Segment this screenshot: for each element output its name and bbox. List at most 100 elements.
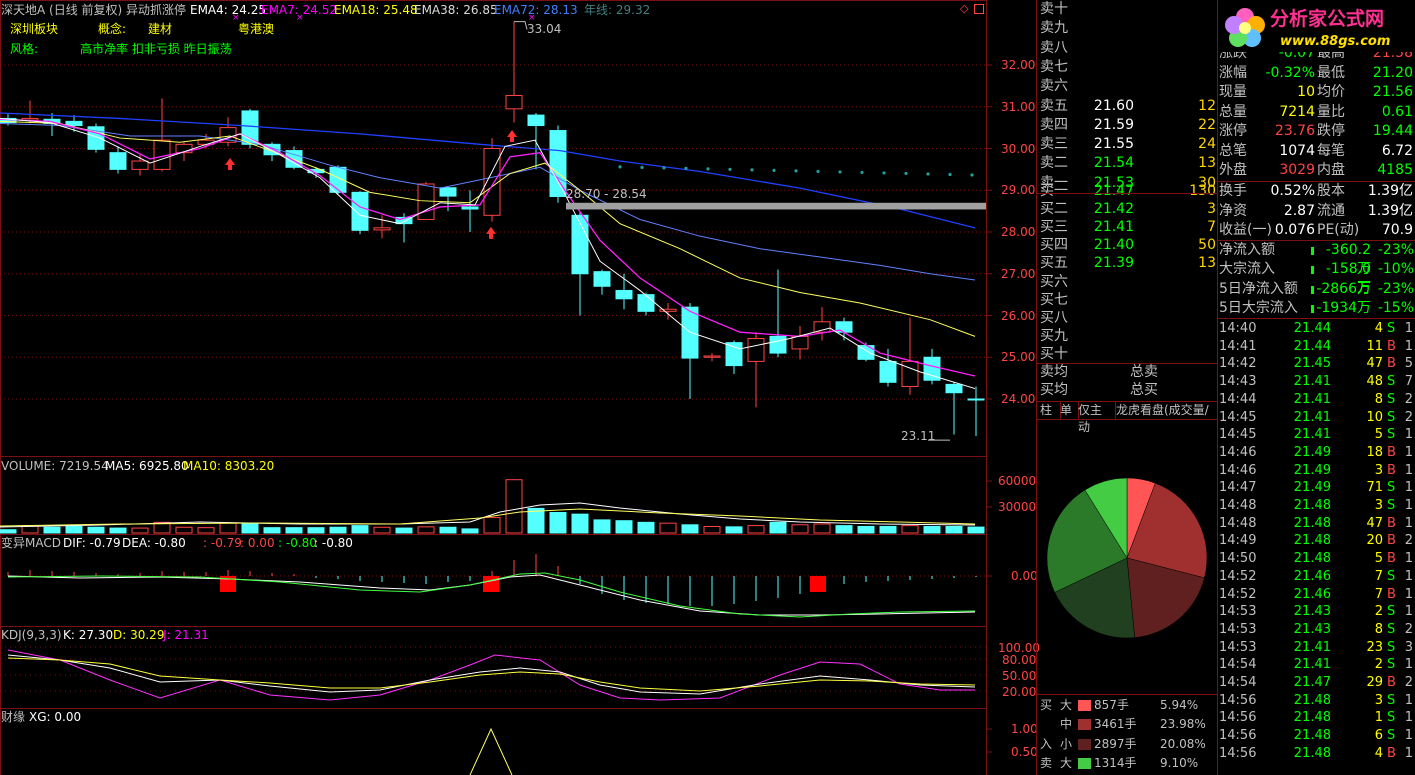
buy-level-label: 买八 bbox=[1040, 309, 1068, 326]
sell-row-3[interactable]: 卖八 bbox=[1040, 39, 1216, 58]
trade-row[interactable]: 14:56 21.48 4 B 1 bbox=[1219, 745, 1415, 763]
candle-down bbox=[439, 187, 457, 197]
trade-row[interactable]: 14:53 21.41 23 S 3 bbox=[1219, 639, 1415, 657]
tab-active-only[interactable]: 仅主动 bbox=[1076, 402, 1116, 434]
buy-row-10[interactable]: 买十 bbox=[1040, 345, 1216, 364]
buy-row-3[interactable]: 买三 21.41 7 bbox=[1040, 218, 1216, 237]
dist-size: 中 bbox=[1060, 717, 1073, 732]
year-line-dot bbox=[684, 166, 688, 170]
sell-row-6[interactable]: 卖五 21.60 12 bbox=[1040, 97, 1216, 116]
candle-up bbox=[813, 321, 831, 333]
volume-bar bbox=[769, 521, 787, 534]
trade-row[interactable]: 14:45 21.41 5 S 1 bbox=[1219, 426, 1415, 444]
stat-value-1: 0.076 bbox=[1274, 222, 1315, 238]
trade-row[interactable]: 14:54 21.47 29 B 2 bbox=[1219, 674, 1415, 692]
trade-row[interactable]: 14:50 21.48 5 B 1 bbox=[1219, 550, 1415, 568]
buy-price: 21.41 bbox=[1093, 219, 1134, 236]
trade-row[interactable]: 14:46 21.49 3 B 1 bbox=[1219, 462, 1415, 480]
sell-volume: 13 bbox=[1198, 155, 1216, 172]
trade-volume: 2 bbox=[1374, 604, 1383, 620]
trade-time: 14:45 bbox=[1219, 409, 1257, 425]
cai-tick-1: 1.00 bbox=[1011, 722, 1038, 736]
stat-label-2: 内盘 bbox=[1317, 162, 1345, 178]
trade-row[interactable]: 14:48 21.48 47 B 1 bbox=[1219, 515, 1415, 533]
buy-row-8[interactable]: 买八 bbox=[1040, 309, 1216, 328]
trade-row[interactable]: 14:49 21.48 20 B 2 bbox=[1219, 532, 1415, 550]
trade-row[interactable]: 14:53 21.43 2 S 1 bbox=[1219, 603, 1415, 621]
trade-row[interactable]: 14:52 21.46 7 B 1 bbox=[1219, 586, 1415, 604]
buy-row-7[interactable]: 买七 bbox=[1040, 291, 1216, 310]
cai-header: 财缘 bbox=[1, 710, 26, 724]
chart-area[interactable]: × × × bbox=[0, 0, 1036, 775]
sell-row-8[interactable]: 卖三 21.55 24 bbox=[1040, 135, 1216, 154]
volume-bar bbox=[747, 525, 765, 534]
trade-side: S bbox=[1387, 480, 1396, 496]
sell-level-label: 卖十 bbox=[1040, 1, 1068, 17]
trade-row[interactable]: 14:53 21.43 8 S 2 bbox=[1219, 621, 1415, 639]
volume-bar bbox=[175, 526, 193, 534]
stat-label-1: 换手 bbox=[1219, 183, 1247, 199]
high-price-label: 33.04 bbox=[527, 22, 562, 36]
buy-row-9[interactable]: 买九 bbox=[1040, 327, 1216, 346]
kdj-tick-80: 80.00 bbox=[1002, 653, 1037, 667]
trade-time: 14:43 bbox=[1219, 374, 1257, 390]
year-line-dot bbox=[948, 172, 952, 177]
trade-time: 14:41 bbox=[1219, 338, 1257, 354]
trade-row[interactable]: 14:45 21.41 10 S 2 bbox=[1219, 409, 1415, 427]
stat-value-1: 3029 bbox=[1279, 162, 1315, 178]
trade-row[interactable]: 14:43 21.41 48 S 7 bbox=[1219, 373, 1415, 391]
sell-price: 21.55 bbox=[1093, 136, 1134, 153]
buy-level-label: 买一 bbox=[1040, 183, 1068, 199]
trade-row[interactable]: 14:56 21.48 1 S 1 bbox=[1219, 709, 1415, 727]
trade-row[interactable]: 14:40 21.44 4 S 1 bbox=[1219, 320, 1415, 338]
volume-tick-30000: 30000 bbox=[998, 500, 1037, 514]
trade-time: 14:48 bbox=[1219, 498, 1257, 513]
buy-price: 21.39 bbox=[1093, 255, 1134, 272]
sell-level-label: 卖四 bbox=[1040, 116, 1068, 133]
buy-row-6[interactable]: 买六 bbox=[1040, 273, 1216, 292]
window-square-icon[interactable] bbox=[974, 4, 984, 14]
trade-price: 21.41 bbox=[1293, 409, 1331, 425]
trade-row[interactable]: 14:52 21.46 7 S 1 bbox=[1219, 568, 1415, 586]
sell-level-label: 卖三 bbox=[1040, 136, 1068, 153]
sell-level-label: 卖七 bbox=[1040, 58, 1068, 75]
macd-dif-line bbox=[7, 574, 976, 616]
trade-row[interactable]: 14:46 21.49 18 B 1 bbox=[1219, 444, 1415, 462]
sell-row-9[interactable]: 卖二 21.54 13 bbox=[1040, 154, 1216, 173]
volume-bar bbox=[923, 525, 941, 534]
trade-row[interactable]: 14:48 21.48 3 S 1 bbox=[1219, 497, 1415, 515]
year-line-dot bbox=[816, 169, 820, 174]
total-sell-label: 总卖 bbox=[1130, 364, 1158, 380]
trade-row[interactable]: 14:54 21.41 2 S 1 bbox=[1219, 656, 1415, 674]
buy-row-4[interactable]: 买四 21.40 50 bbox=[1040, 236, 1216, 255]
trade-row[interactable]: 14:44 21.41 8 S 2 bbox=[1219, 391, 1415, 409]
buy-row-1[interactable]: 买一 21.47 130 bbox=[1040, 182, 1216, 201]
sell-row-2[interactable]: 卖九 bbox=[1040, 19, 1216, 38]
flow-indicator bbox=[1311, 304, 1314, 313]
tab-dragon-tiger[interactable]: 龙虎看盘(成交量/按 bbox=[1114, 402, 1218, 419]
stat-row: 现量 10 均价 21.56 bbox=[1219, 83, 1415, 103]
trade-row[interactable]: 14:47 21.49 71 S 1 bbox=[1219, 479, 1415, 497]
trade-count: 2 bbox=[1404, 675, 1413, 690]
sell-row-4[interactable]: 卖七 bbox=[1040, 58, 1216, 77]
candle-down bbox=[879, 360, 897, 383]
kdj-j-line bbox=[7, 649, 975, 701]
buy-volume: 13 bbox=[1198, 255, 1216, 272]
diamond-icon[interactable]: ◇ bbox=[960, 3, 970, 14]
trade-row[interactable]: 14:56 21.48 6 S 1 bbox=[1219, 727, 1415, 745]
flow-row: 5日净流入额 -2866万 -23% bbox=[1219, 280, 1415, 299]
kdj-k: K: 27.30 bbox=[63, 628, 114, 642]
trade-row[interactable]: 14:41 21.44 11 B 1 bbox=[1219, 338, 1415, 356]
trade-side: S bbox=[1387, 604, 1396, 620]
trade-row[interactable]: 14:42 21.45 47 B 5 bbox=[1219, 355, 1415, 373]
dist-percent: 23.98% bbox=[1160, 717, 1206, 732]
volume-bar bbox=[879, 525, 897, 534]
dist-size: 大 bbox=[1060, 698, 1073, 712]
buy-row-2[interactable]: 买二 21.42 3 bbox=[1040, 200, 1216, 219]
flow-value: -1934万 bbox=[1316, 299, 1371, 316]
sell-row-5[interactable]: 卖六 bbox=[1040, 77, 1216, 96]
sell-row-7[interactable]: 卖四 21.59 22 bbox=[1040, 116, 1216, 135]
buy-row-5[interactable]: 买五 21.39 13 bbox=[1040, 254, 1216, 273]
sell-row-1[interactable]: 卖十 bbox=[1040, 0, 1216, 19]
trade-row[interactable]: 14:56 21.48 3 S 1 bbox=[1219, 692, 1415, 710]
